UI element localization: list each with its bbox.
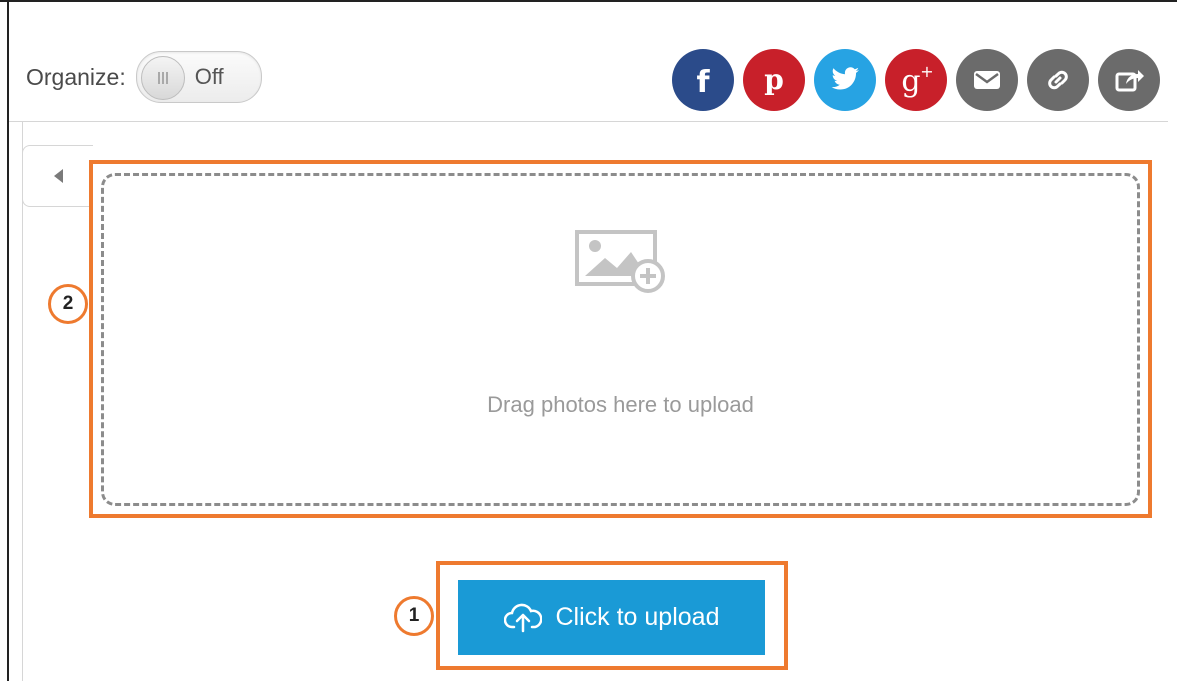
google-plus-icon: g + xyxy=(901,62,933,98)
link-icon xyxy=(1048,70,1068,90)
email-icon xyxy=(974,71,1000,89)
upload-button[interactable]: Click to upload xyxy=(458,580,765,655)
twitter-icon xyxy=(831,67,859,90)
toggle-knob[interactable] xyxy=(140,56,185,100)
frame-top-border xyxy=(0,0,1177,2)
share-buttons: f p g + xyxy=(672,49,1160,111)
svg-text:f: f xyxy=(696,65,710,97)
photo-dropzone[interactable] xyxy=(101,173,1140,506)
svg-text:p: p xyxy=(764,63,784,96)
facebook-icon: f xyxy=(696,65,710,97)
callout-dropzone: 2 xyxy=(48,284,88,324)
add-photo-icon xyxy=(575,228,670,298)
toolbar-divider xyxy=(9,121,1168,122)
pinterest-share-button[interactable]: p xyxy=(743,49,805,111)
collapse-panel-tab[interactable] xyxy=(22,145,93,207)
share-button[interactable] xyxy=(1098,49,1160,111)
cloud-upload-icon xyxy=(503,603,542,632)
frame-left-border xyxy=(7,0,9,681)
organize-control: Organize: Off xyxy=(26,50,262,104)
upload-button-label: Click to upload xyxy=(555,603,720,631)
pinterest-icon: p xyxy=(764,63,784,96)
share-icon xyxy=(1115,70,1144,92)
link-share-button[interactable] xyxy=(1027,49,1089,111)
google-plus-share-button[interactable]: g + xyxy=(885,49,947,111)
svg-text:g: g xyxy=(901,64,920,98)
svg-text:+: + xyxy=(920,62,933,81)
twitter-share-button[interactable] xyxy=(814,49,876,111)
organize-toggle[interactable]: Off xyxy=(135,51,262,103)
toggle-state-label: Off xyxy=(194,64,224,89)
callout-upload: 1 xyxy=(394,596,434,636)
caret-left-icon xyxy=(54,169,63,183)
dropzone-instruction: Drag photos here to upload xyxy=(487,392,754,417)
panel-divider xyxy=(22,122,23,681)
email-share-button[interactable] xyxy=(956,49,1018,111)
organize-label: Organize: xyxy=(26,63,126,90)
facebook-share-button[interactable]: f xyxy=(672,49,734,111)
